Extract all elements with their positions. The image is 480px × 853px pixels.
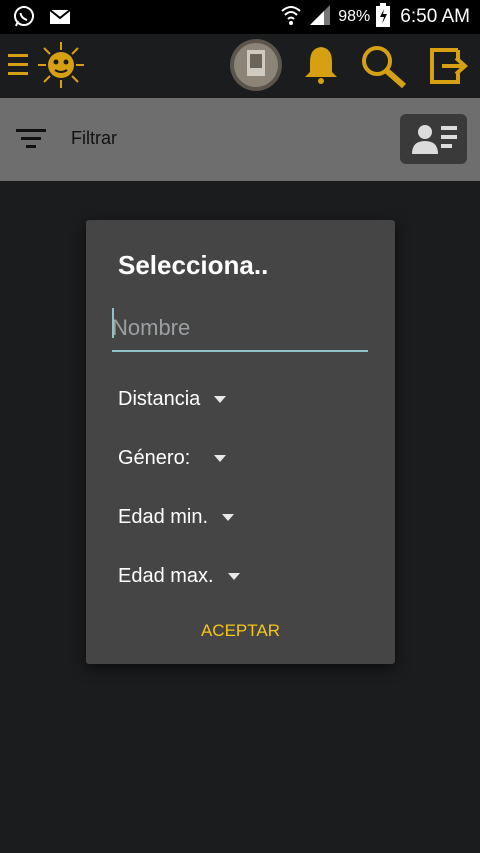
app-bar <box>0 34 480 98</box>
logout-icon[interactable] <box>428 46 469 91</box>
battery-percent: 98% <box>338 8 371 25</box>
filter-label[interactable]: Filtrar <box>71 128 117 149</box>
contact-card-button[interactable] <box>400 114 467 164</box>
name-input[interactable] <box>112 306 368 352</box>
battery-icon <box>376 2 391 32</box>
min-age-label: Edad min. <box>118 506 209 528</box>
dropdown-arrow-icon <box>214 455 227 462</box>
max-age-dropdown[interactable]: Edad max. <box>118 565 240 588</box>
distance-dropdown[interactable]: Distancia <box>118 388 227 411</box>
distance-label: Distancia <box>118 388 201 410</box>
signal-icon <box>308 3 332 32</box>
contact-card-icon <box>408 120 460 163</box>
accept-button[interactable]: ACEPTAR <box>86 621 395 641</box>
wifi-icon <box>280 3 302 32</box>
dropdown-arrow-icon <box>214 396 227 403</box>
avatar[interactable] <box>229 38 283 97</box>
min-age-dropdown[interactable]: Edad min. <box>118 506 235 529</box>
dropdown-arrow-icon <box>227 573 240 580</box>
mail-icon <box>48 5 72 34</box>
menu-icon[interactable] <box>8 52 30 83</box>
max-age-label: Edad max. <box>118 565 214 587</box>
bell-icon[interactable] <box>302 44 340 89</box>
gender-dropdown[interactable]: Género: <box>118 447 227 470</box>
text-cursor <box>112 308 114 338</box>
search-icon[interactable] <box>360 44 408 93</box>
filter-icon[interactable] <box>16 127 48 156</box>
filter-dialog: Selecciona.. Distancia Género: Edad min.… <box>86 220 395 664</box>
clock: 6:50 AM <box>400 6 470 27</box>
dialog-title: Selecciona.. <box>118 250 269 280</box>
dropdown-arrow-icon <box>222 514 235 521</box>
logo-icon[interactable] <box>36 40 86 95</box>
status-bar: 98% 6:50 AM <box>0 0 480 34</box>
gender-label: Género: <box>118 447 191 469</box>
whatsapp-icon <box>12 5 36 34</box>
